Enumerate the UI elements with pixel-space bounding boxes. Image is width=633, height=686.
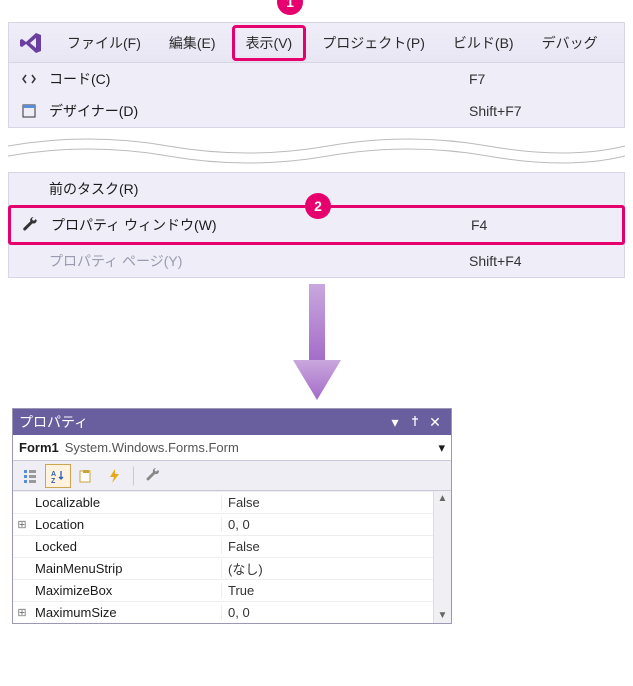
dropdown-item-designer[interactable]: デザイナー(D) Shift+F7 [9, 95, 624, 127]
properties-object-selector[interactable]: Form1 System.Windows.Forms.Form ▾ [13, 435, 451, 461]
property-row[interactable]: Locked False [13, 535, 433, 557]
scroll-up-icon[interactable]: ▲ [438, 491, 448, 506]
menu-view[interactable]: 表示(V) [232, 25, 307, 61]
view-dropdown: コード(C) F7 デザイナー(D) Shift+F7 [9, 63, 624, 127]
dropdown-item-label: コード(C) [49, 69, 469, 89]
window-options-icon[interactable]: ▾ [385, 414, 405, 431]
property-name: Location [31, 517, 221, 532]
dropdown-item-shortcut: F4 [471, 217, 487, 233]
svg-text:Z: Z [51, 478, 56, 484]
dropdown-item-code[interactable]: コード(C) F7 [9, 63, 624, 95]
scrollbar[interactable]: ▲ ▼ [433, 491, 451, 623]
chevron-down-icon[interactable]: ▾ [438, 440, 445, 456]
flow-arrow-icon [0, 284, 633, 404]
callout-badge-2: 2 [305, 193, 331, 219]
property-row[interactable]: ⊞ Location 0, 0 [13, 513, 433, 535]
dropdown-item-shortcut: F7 [469, 71, 485, 87]
property-name: Locked [31, 539, 221, 554]
menu-build[interactable]: ビルド(B) [439, 23, 528, 62]
selected-object-name: Form1 [19, 440, 59, 455]
expand-toggle[interactable]: ⊞ [13, 518, 31, 531]
property-value[interactable]: True [221, 583, 433, 598]
menu-file[interactable]: ファイル(F) [53, 23, 155, 62]
property-name: Localizable [31, 495, 221, 510]
property-name: MainMenuStrip [31, 561, 221, 576]
menu-project[interactable]: プロジェクト(P) [308, 23, 439, 62]
properties-title: プロパティ [19, 412, 385, 432]
code-icon [9, 71, 49, 87]
alphabetical-button[interactable]: AZ [45, 464, 71, 488]
selected-object-type: System.Windows.Forms.Form [65, 440, 239, 455]
menubar: ファイル(F) 編集(E) 表示(V) プロジェクト(P) ビルド(B) デバッ… [9, 23, 624, 63]
menu-debug[interactable]: デバッグ [528, 23, 612, 62]
property-row[interactable]: ⊞ MaximumSize 0, 0 [13, 601, 433, 623]
dropdown-item-property-pages: プロパティ ページ(Y) Shift+F4 [9, 245, 624, 277]
property-row[interactable]: Localizable False [13, 491, 433, 513]
properties-toolbar: AZ [13, 461, 451, 491]
svg-text:A: A [51, 471, 56, 478]
callout-badge-1: 1 [277, 0, 303, 15]
properties-titlebar: プロパティ ▾ ✕ [13, 409, 451, 435]
property-row[interactable]: MainMenuStrip (なし) [13, 557, 433, 579]
close-icon[interactable]: ✕ [425, 414, 445, 431]
truncation-indicator [8, 128, 625, 172]
designer-icon [9, 103, 49, 119]
property-value[interactable]: 0, 0 [221, 605, 433, 620]
toolbar-separator [133, 466, 135, 486]
dropdown-item-label: プロパティ ウィンドウ(W) [51, 215, 471, 235]
properties-grid: Localizable False ⊞ Location 0, 0 Locked… [13, 491, 433, 623]
property-name: MaximizeBox [31, 583, 221, 598]
categorized-button[interactable] [17, 464, 43, 488]
vs-logo-icon [9, 31, 53, 55]
menu-edit[interactable]: 編集(E) [155, 23, 230, 62]
events-button[interactable] [101, 464, 127, 488]
property-row[interactable]: MaximizeBox True [13, 579, 433, 601]
properties-window: プロパティ ▾ ✕ Form1 System.Windows.Forms.For… [12, 408, 452, 624]
dropdown-item-label: プロパティ ページ(Y) [49, 251, 469, 271]
property-value[interactable]: False [221, 539, 433, 554]
property-value[interactable]: False [221, 495, 433, 510]
scroll-down-icon[interactable]: ▼ [438, 608, 448, 623]
dropdown-item-label: デザイナー(D) [49, 101, 469, 121]
pin-icon[interactable] [405, 414, 425, 430]
dropdown-item-shortcut: Shift+F4 [469, 253, 522, 269]
wrench-button[interactable] [141, 464, 167, 488]
wrench-icon [11, 216, 51, 234]
expand-toggle[interactable]: ⊞ [13, 606, 31, 619]
property-name: MaximumSize [31, 605, 221, 620]
property-pages-button[interactable] [73, 464, 99, 488]
dropdown-item-label: 前のタスク(R) [49, 179, 469, 199]
property-value[interactable]: (なし) [221, 559, 433, 578]
property-value[interactable]: 0, 0 [221, 517, 433, 532]
dropdown-item-shortcut: Shift+F7 [469, 103, 522, 119]
